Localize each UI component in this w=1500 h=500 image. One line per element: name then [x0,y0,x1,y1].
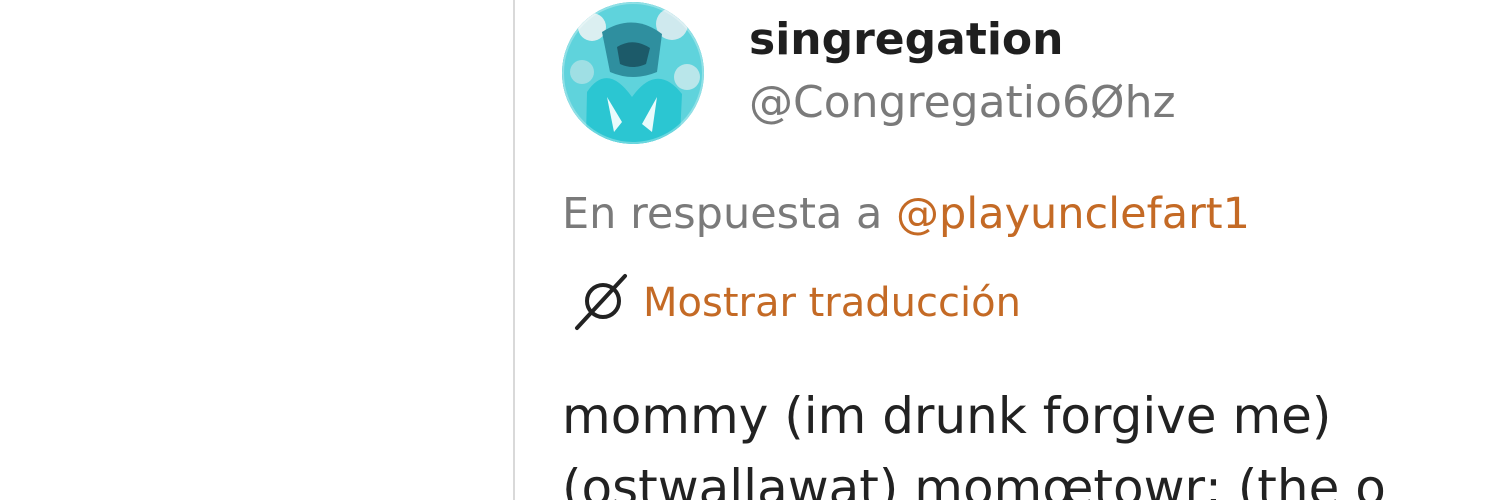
translate-icon [575,274,627,330]
reply-mention-link[interactable]: @playunclefart1 [896,189,1250,239]
author-handle[interactable]: @Congregatio6Øhz [749,72,1176,134]
avatar-image-icon [562,2,704,144]
tweet-body: mommy (im drunk forgive me) (ostwallawat… [562,380,1500,500]
show-translation-label: Mostrar traducción [643,280,1021,326]
reply-prefix: En respuesta a [562,189,883,239]
reply-context: En respuesta a @playunclefart1 [562,184,1250,244]
show-translation-button[interactable]: Mostrar traducción [573,272,1021,334]
avatar[interactable] [562,2,704,144]
left-empty-panel [0,0,513,500]
tweet-body-line: (ostwallawat) momœtowr; (the o [562,459,1386,500]
tweet-card[interactable]: singregation @Congregatio6Øhz En respues… [515,0,1500,500]
screenshot: singregation @Congregatio6Øhz En respues… [0,0,1500,500]
author-display-name[interactable]: singregation [749,10,1064,70]
tweet-body-line: mommy (im drunk forgive me) [562,387,1332,445]
